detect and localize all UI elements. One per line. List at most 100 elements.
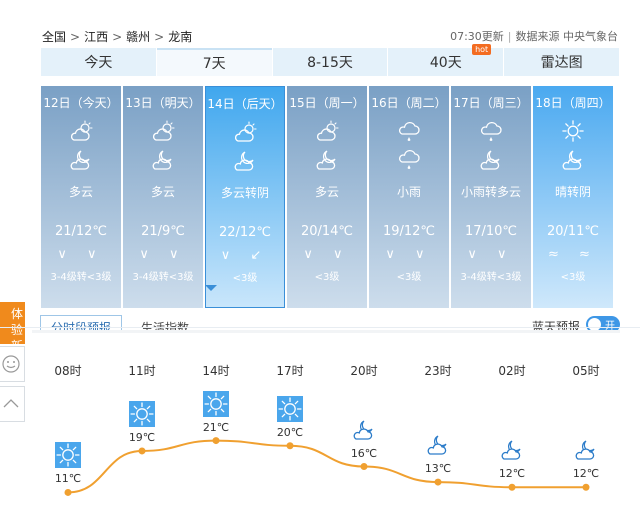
day-date: 17日（周三）	[453, 96, 529, 110]
cloudy-night-icon	[573, 437, 599, 463]
day-weather-desc: 小雨	[396, 185, 421, 199]
day-date: 13日（明天）	[125, 96, 201, 110]
temperature-point	[360, 463, 368, 470]
day-temp-range: 20/11℃	[546, 224, 600, 239]
hour-temp: 16℃	[350, 446, 378, 460]
hour-temp: 12℃	[498, 467, 526, 481]
partly-cloudy-icon	[287, 119, 367, 145]
breadcrumb-city[interactable]: 赣州	[126, 30, 150, 44]
day-date: 15日（周一）	[289, 96, 365, 110]
tab-today[interactable]: 今天	[41, 48, 156, 76]
day-card[interactable]: 14日（后天） 多云转阴 22/12℃ ∨ ↙ <3级	[205, 86, 285, 308]
update-time: 07:30更新	[450, 30, 504, 43]
cloudy-night-icon	[123, 147, 203, 173]
chevron-up-icon	[3, 399, 19, 408]
divider	[0, 327, 640, 328]
back-to-top-button[interactable]	[0, 386, 25, 422]
cloudy-night-icon	[533, 147, 613, 173]
cloudy-night-icon	[206, 148, 284, 174]
wind-direction-icon: ∨ ↙	[220, 248, 270, 263]
sun-icon	[533, 119, 613, 145]
rain-icon	[369, 119, 449, 145]
sun-icon	[203, 390, 229, 417]
temperature-point	[508, 483, 516, 491]
temperature-curve	[64, 437, 590, 496]
tab-40days[interactable]: 40天 hot	[388, 44, 504, 76]
day-card[interactable]: 12日（今天） 多云 21/12℃ ∨ ∨ 3-4级转<3级	[41, 86, 121, 308]
day-temp-range: 20/14℃	[300, 224, 354, 239]
day-weather-desc: 小雨转多云	[460, 185, 521, 199]
tab-radar[interactable]: 雷达图	[504, 48, 619, 76]
day-card[interactable]: 13日（明天） 多云 21/9℃ ∨ ∨ 3-4级转<3级	[123, 86, 203, 308]
day-card[interactable]: 16日（周二） 小雨 19/12℃ ∨ ∨ <3级	[369, 86, 449, 308]
day-wind-level: 3-4级转<3级	[50, 272, 112, 283]
temperature-point	[212, 437, 220, 445]
hour-label: 17时	[276, 364, 304, 378]
day-date: 14日（后天）	[207, 97, 283, 111]
selected-day-pointer	[205, 285, 217, 291]
hour-temp: 21℃	[202, 420, 230, 434]
hot-badge: hot	[472, 44, 492, 55]
breadcrumb: 全国 > 江西 > 赣州 > 龙南	[42, 30, 193, 44]
rain-icon	[369, 147, 449, 173]
day-wind-level: <3级	[314, 272, 340, 283]
hour-temp: 19℃	[128, 430, 156, 444]
hour-label: 02时	[498, 364, 526, 378]
day-date: 12日（今天）	[43, 96, 119, 110]
day-wind-level: 3-4级转<3级	[460, 272, 522, 283]
day-card[interactable]: 18日（周四） 晴转阴 20/11℃ ≈ ≈ <3级	[533, 86, 613, 308]
day-weather-desc: 多云	[314, 185, 339, 199]
day-wind-level: <3级	[560, 272, 586, 283]
day-card[interactable]: 17日（周三） 小雨转多云 17/10℃ ∨ ∨ 3-4级转<3级	[451, 86, 531, 308]
cloudy-night-icon	[499, 437, 525, 463]
hour-label: 11时	[128, 364, 156, 378]
cloudy-night-icon	[287, 147, 367, 173]
temperature-point	[138, 447, 146, 455]
day-wind-level: <3级	[396, 272, 422, 283]
breadcrumb-province[interactable]: 江西	[84, 30, 108, 44]
seven-day-forecast: 12日（今天） 多云 21/12℃ ∨ ∨ 3-4级转<3级 13日（明天） 多云 21/9℃…	[41, 86, 621, 308]
hour-temp: 11℃	[54, 472, 82, 486]
day-temp-range: 21/12℃	[54, 224, 108, 239]
day-date: 18日（周四）	[535, 96, 611, 110]
sun-icon	[129, 400, 155, 427]
wind-direction-icon: ∨ ∨	[385, 247, 433, 262]
cloudy-night-icon	[451, 147, 531, 173]
rain-icon	[451, 119, 531, 145]
tab-8-15days[interactable]: 8-15天	[272, 48, 388, 76]
temperature-point	[434, 478, 442, 486]
day-weather-desc: 晴转阴	[554, 185, 591, 199]
wind-direction-icon: ∨ ∨	[303, 247, 351, 262]
wind-direction-icon: ≈ ≈	[548, 247, 598, 262]
cloudy-night-icon	[351, 417, 377, 443]
breadcrumb-county: 龙南	[168, 30, 193, 44]
day-weather-desc: 多云	[150, 185, 175, 199]
day-temp-range: 19/12℃	[382, 224, 436, 239]
try-new-version-badge[interactable]: 体验新版	[0, 302, 25, 344]
temperature-point	[64, 488, 72, 496]
hour-label: 23时	[424, 364, 452, 378]
update-info: 07:30更新 | 数据来源 中央气象台	[450, 30, 619, 43]
day-temp-range: 21/9℃	[141, 224, 185, 239]
smiley-feedback-button[interactable]	[0, 346, 25, 382]
cloudy-night-icon	[41, 147, 121, 173]
breadcrumb-country[interactable]: 全国	[42, 30, 66, 44]
temperature-point	[286, 442, 294, 450]
cloudy-night-icon	[425, 432, 451, 458]
hour-temp: 12℃	[572, 467, 600, 481]
hour-label: 05时	[572, 364, 600, 378]
wind-direction-icon: ∨ ∨	[139, 247, 187, 262]
day-wind-level: 3-4级转<3级	[132, 272, 194, 283]
day-temp-range: 22/12℃	[218, 225, 272, 240]
hourly-forecast: 08时 11℃ 11时 19℃ 14时 21℃ 17时 20℃ 20时 16℃ 23时 13℃ 02时 1…	[32, 330, 620, 519]
smiley-icon	[2, 355, 20, 373]
wind-direction-icon: ∨ ∨	[57, 247, 105, 262]
hour-label: 08时	[54, 364, 82, 378]
tab-7days[interactable]: 7天	[156, 48, 272, 76]
hour-label: 20时	[350, 364, 378, 378]
partly-cloudy-icon	[206, 120, 284, 146]
data-source: 数据来源 中央气象台	[515, 30, 619, 43]
day-weather-desc: 多云转阴	[220, 186, 269, 200]
sun-icon	[55, 442, 81, 469]
day-card[interactable]: 15日（周一） 多云 20/14℃ ∨ ∨ <3级	[287, 86, 367, 308]
